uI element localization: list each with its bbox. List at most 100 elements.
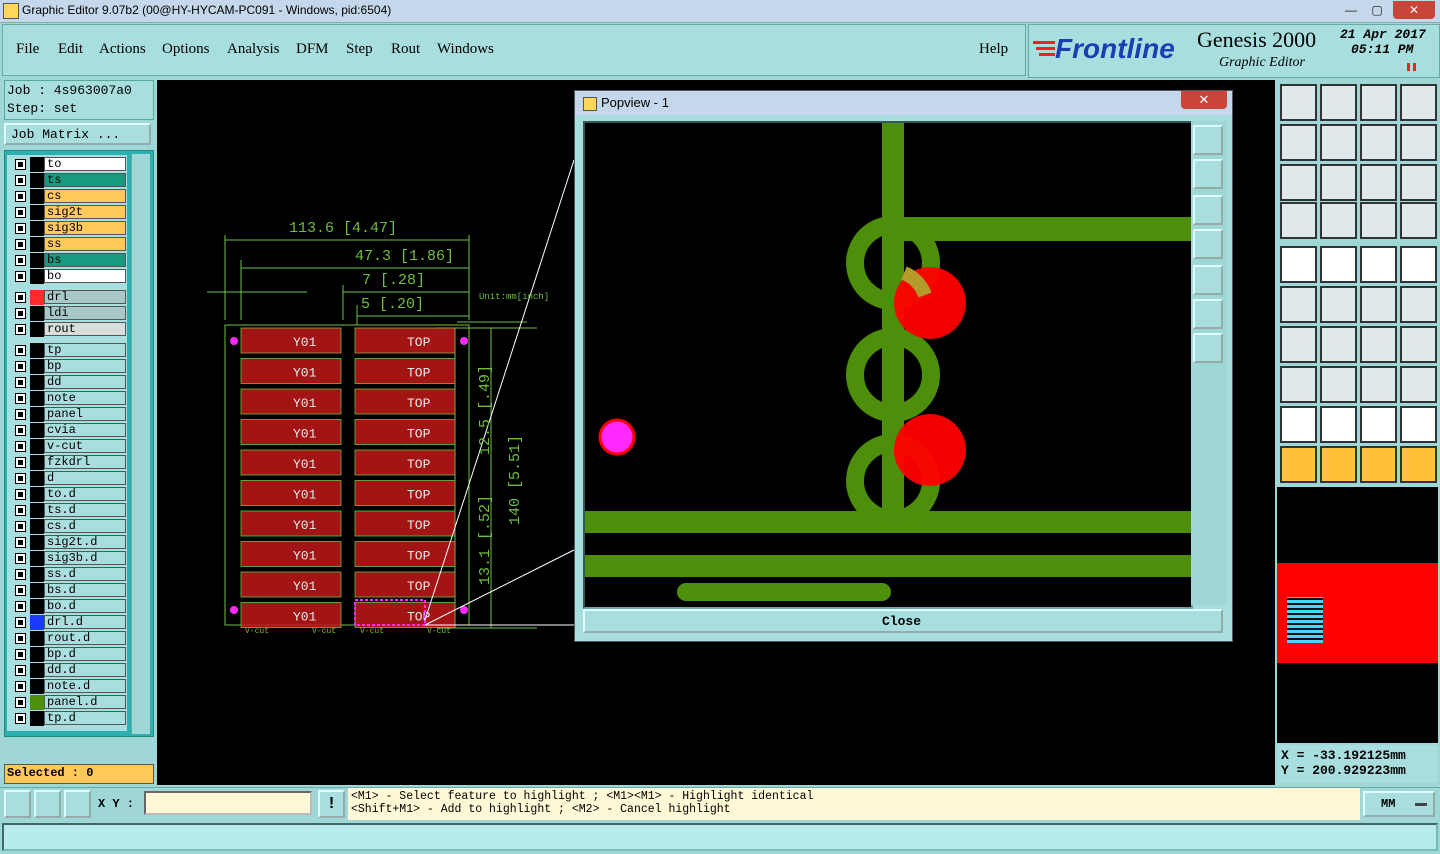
layer-checkbox[interactable] xyxy=(15,505,26,516)
window-icon[interactable] xyxy=(1400,84,1437,121)
menu-dfm[interactable]: DFM xyxy=(296,41,329,58)
pan-right-icon[interactable] xyxy=(1320,124,1357,161)
layer-checkbox[interactable] xyxy=(15,489,26,500)
layer-fzkdrl[interactable]: fzkdrl xyxy=(9,455,127,470)
cut-line-icon[interactable] xyxy=(1320,366,1357,403)
layer-checkbox[interactable] xyxy=(15,521,26,532)
layer-checkbox[interactable] xyxy=(15,585,26,596)
layer-checkbox[interactable] xyxy=(15,393,26,404)
layer-note-d[interactable]: note.d xyxy=(9,679,127,694)
measure-icon[interactable] xyxy=(1360,366,1397,403)
xy-input[interactable] xyxy=(144,791,312,815)
layer-ts-d[interactable]: ts.d xyxy=(9,503,127,518)
units-dropdown[interactable]: MM xyxy=(1363,791,1435,817)
select-line-icon[interactable] xyxy=(1320,246,1357,283)
layer-checkbox[interactable] xyxy=(15,409,26,420)
layer-sig2t[interactable]: sig2t xyxy=(9,205,127,220)
delete-icon[interactable] xyxy=(1320,286,1357,323)
triangle-2-icon[interactable] xyxy=(1320,406,1357,443)
measure-icon[interactable] xyxy=(34,790,61,818)
layer-ldi[interactable]: ldi xyxy=(9,306,127,321)
layer-bo-d[interactable]: bo.d xyxy=(9,599,127,614)
popview-close-button[interactable]: Close xyxy=(583,609,1223,633)
layer-checkbox[interactable] xyxy=(15,191,26,202)
maximize-button[interactable]: ▢ xyxy=(1364,1,1390,19)
layer-bs[interactable]: bs xyxy=(9,253,127,268)
scale-1-2-icon[interactable] xyxy=(1360,164,1397,201)
zoom-2-icon[interactable] xyxy=(1400,124,1437,161)
pan-left-icon[interactable] xyxy=(1193,229,1223,259)
ruler-icon[interactable] xyxy=(1360,246,1397,283)
pointer-3-icon[interactable] xyxy=(1360,446,1397,483)
menu-help[interactable]: Help xyxy=(979,41,1008,58)
zoom-fit-icon[interactable] xyxy=(1280,164,1317,201)
layer-drl[interactable]: drl xyxy=(9,290,127,305)
layer-rout-d[interactable]: rout.d xyxy=(9,631,127,646)
layer-drl-d[interactable]: drl.d xyxy=(9,615,127,630)
layer-cs-d[interactable]: cs.d xyxy=(9,519,127,534)
layer-bp-d[interactable]: bp.d xyxy=(9,647,127,662)
layer-list-scrollbar[interactable] xyxy=(131,154,150,734)
layer-v-cut[interactable]: v-cut xyxy=(9,439,127,454)
layer-ss[interactable]: ss xyxy=(9,237,127,252)
menu-options[interactable]: Options xyxy=(162,41,210,58)
layer-tp-d[interactable]: tp.d xyxy=(9,711,127,726)
menu-actions[interactable]: Actions xyxy=(99,41,146,58)
menu-edit[interactable]: Edit xyxy=(58,41,83,58)
pan-down-icon[interactable] xyxy=(1320,84,1357,121)
angle-icon[interactable] xyxy=(1280,326,1317,363)
layer-checkbox[interactable] xyxy=(15,617,26,628)
layer-sig3b-d[interactable]: sig3b.d xyxy=(9,551,127,566)
pan-right-icon[interactable] xyxy=(1193,265,1223,295)
overview-map[interactable] xyxy=(1277,487,1438,743)
layer-checkbox[interactable] xyxy=(15,377,26,388)
move-icon[interactable] xyxy=(1360,286,1397,323)
zoom-1-icon[interactable] xyxy=(1360,124,1397,161)
select-pad-icon[interactable] xyxy=(1280,246,1317,283)
layer-to-d[interactable]: to.d xyxy=(9,487,127,502)
layer-checkbox[interactable] xyxy=(15,537,26,548)
snap-icon[interactable] xyxy=(4,790,31,818)
layer-rout[interactable]: rout xyxy=(9,322,127,337)
layer-bo[interactable]: bo xyxy=(9,269,127,284)
mirror-icon[interactable] xyxy=(1400,326,1437,363)
layer-checkbox[interactable] xyxy=(15,255,26,266)
layer-checkbox[interactable] xyxy=(15,569,26,580)
menu-windows[interactable]: Windows xyxy=(437,41,494,58)
layer-sig2t-d[interactable]: sig2t.d xyxy=(9,535,127,550)
alert-icon[interactable]: ! xyxy=(318,790,345,818)
popview-close-icon[interactable]: ✕ xyxy=(1181,91,1227,109)
line-icon[interactable] xyxy=(1320,326,1357,363)
layer-checkbox[interactable] xyxy=(15,292,26,303)
layer-checkbox[interactable] xyxy=(15,697,26,708)
layer-checkbox[interactable] xyxy=(15,649,26,660)
layer-panel-d[interactable]: panel.d xyxy=(9,695,127,710)
popview-titlebar[interactable]: Popview - 1 ✕ xyxy=(575,91,1232,115)
layer-checkbox[interactable] xyxy=(15,308,26,319)
layer-checkbox[interactable] xyxy=(15,633,26,644)
layer-checkbox[interactable] xyxy=(15,713,26,724)
menu-step[interactable]: Step xyxy=(346,41,373,58)
zoom-out-icon[interactable] xyxy=(1193,333,1223,363)
grid-icon[interactable] xyxy=(64,790,91,818)
triangle-4-icon[interactable] xyxy=(1400,406,1437,443)
layer-compare-icon[interactable] xyxy=(1360,202,1397,239)
menu-analysis[interactable]: Analysis xyxy=(227,41,280,58)
pan-up-icon[interactable] xyxy=(1280,84,1317,121)
layer-checkbox[interactable] xyxy=(15,207,26,218)
layer-checkbox[interactable] xyxy=(15,361,26,372)
pointer-2-icon[interactable] xyxy=(1320,446,1357,483)
layer-ts[interactable]: ts xyxy=(9,173,127,188)
layer-checkbox[interactable] xyxy=(15,324,26,335)
minimize-button[interactable]: — xyxy=(1338,1,1364,19)
layer-checkbox[interactable] xyxy=(15,425,26,436)
layer-compare-2-icon[interactable] xyxy=(1400,202,1437,239)
layer-checkbox[interactable] xyxy=(15,441,26,452)
menu-rout[interactable]: Rout xyxy=(391,41,420,58)
connect-icon[interactable] xyxy=(1280,286,1317,323)
add-pad-icon[interactable] xyxy=(1280,366,1317,403)
group-icon[interactable] xyxy=(1400,366,1437,403)
frame-icon[interactable] xyxy=(1400,246,1437,283)
home-view-icon[interactable] xyxy=(1360,84,1397,121)
layer-note[interactable]: note xyxy=(9,391,127,406)
